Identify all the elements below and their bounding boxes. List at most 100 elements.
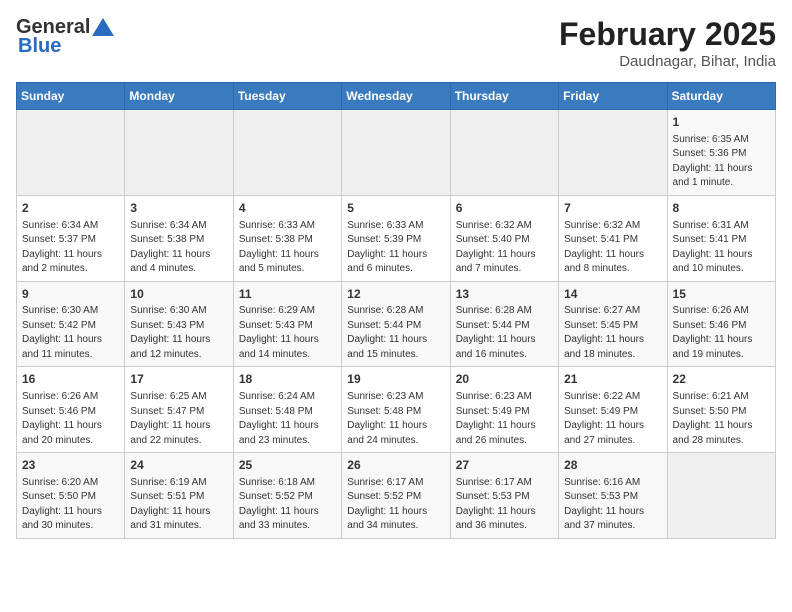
day-info-line: Daylight: 11 hours and 20 minutes. — [22, 419, 119, 448]
day-info-line: Sunrise: 6:23 AM — [456, 390, 553, 405]
calendar-subtitle: Daudnagar, Bihar, India — [559, 53, 776, 70]
calendar-week-row: 2Sunrise: 6:34 AMSunset: 5:37 PMDaylight… — [17, 195, 776, 281]
day-info-line: Sunrise: 6:26 AM — [22, 390, 119, 405]
day-number: 13 — [456, 286, 553, 303]
day-number: 2 — [22, 200, 119, 217]
day-number: 17 — [130, 371, 227, 388]
calendar-cell: 27Sunrise: 6:17 AMSunset: 5:53 PMDayligh… — [450, 453, 558, 539]
day-info-line: Sunrise: 6:19 AM — [130, 476, 227, 491]
day-info-line: Sunrise: 6:23 AM — [347, 390, 444, 405]
day-info-line: Sunset: 5:52 PM — [347, 490, 444, 505]
day-info-line: Daylight: 11 hours and 33 minutes. — [239, 505, 336, 534]
day-info-line: Sunset: 5:43 PM — [239, 319, 336, 334]
day-info-line: Sunrise: 6:27 AM — [564, 304, 661, 319]
calendar-cell: 10Sunrise: 6:30 AMSunset: 5:43 PMDayligh… — [125, 281, 233, 367]
day-info-line: Daylight: 11 hours and 6 minutes. — [347, 248, 444, 277]
day-info-line: Sunset: 5:44 PM — [347, 319, 444, 334]
day-info-line: Daylight: 11 hours and 26 minutes. — [456, 419, 553, 448]
calendar-cell: 20Sunrise: 6:23 AMSunset: 5:49 PMDayligh… — [450, 367, 558, 453]
day-info-line: Sunrise: 6:21 AM — [673, 390, 770, 405]
day-info-line: Sunrise: 6:32 AM — [564, 219, 661, 234]
day-info-line: Sunrise: 6:30 AM — [130, 304, 227, 319]
day-info-line: Daylight: 11 hours and 19 minutes. — [673, 333, 770, 362]
day-info-line: Sunset: 5:44 PM — [456, 319, 553, 334]
day-info-line: Sunrise: 6:32 AM — [456, 219, 553, 234]
calendar-cell — [17, 110, 125, 196]
day-info-line: Daylight: 11 hours and 10 minutes. — [673, 248, 770, 277]
calendar-cell — [559, 110, 667, 196]
calendar-cell: 1Sunrise: 6:35 AMSunset: 5:36 PMDaylight… — [667, 110, 775, 196]
day-info-line: Sunrise: 6:35 AM — [673, 133, 770, 148]
day-number: 7 — [564, 200, 661, 217]
day-info-line: Sunset: 5:41 PM — [564, 233, 661, 248]
day-number: 12 — [347, 286, 444, 303]
calendar-cell: 28Sunrise: 6:16 AMSunset: 5:53 PMDayligh… — [559, 453, 667, 539]
calendar-header-row: SundayMondayTuesdayWednesdayThursdayFrid… — [17, 83, 776, 110]
day-info-line: Sunrise: 6:31 AM — [673, 219, 770, 234]
col-header-tuesday: Tuesday — [233, 83, 341, 110]
day-info-line: Daylight: 11 hours and 31 minutes. — [130, 505, 227, 534]
day-info-line: Sunset: 5:48 PM — [239, 405, 336, 420]
day-number: 28 — [564, 457, 661, 474]
calendar-cell: 23Sunrise: 6:20 AMSunset: 5:50 PMDayligh… — [17, 453, 125, 539]
day-number: 3 — [130, 200, 227, 217]
day-number: 26 — [347, 457, 444, 474]
logo-icon — [92, 18, 114, 36]
day-number: 14 — [564, 286, 661, 303]
day-info-line: Daylight: 11 hours and 30 minutes. — [22, 505, 119, 534]
day-info-line: Sunset: 5:40 PM — [456, 233, 553, 248]
day-info-line: Daylight: 11 hours and 16 minutes. — [456, 333, 553, 362]
col-header-sunday: Sunday — [17, 83, 125, 110]
calendar-cell: 18 Sunrise: 6:24 AMSunset: 5:48 PMDayligh… — [233, 367, 341, 453]
title-area: February 2025 Daudnagar, Bihar, India — [559, 16, 776, 70]
calendar-cell: 11Sunrise: 6:29 AMSunset: 5:43 PMDayligh… — [233, 281, 341, 367]
day-info-line: Daylight: 11 hours and 14 minutes. — [239, 333, 336, 362]
day-info-line: Daylight: 11 hours and 27 minutes. — [564, 419, 661, 448]
calendar-cell — [342, 110, 450, 196]
day-info-line: Sunset: 5:47 PM — [130, 405, 227, 420]
day-info-line: Sunset: 5:49 PM — [564, 405, 661, 420]
col-header-thursday: Thursday — [450, 83, 558, 110]
day-number: 8 — [673, 200, 770, 217]
calendar-cell: 14Sunrise: 6:27 AMSunset: 5:45 PMDayligh… — [559, 281, 667, 367]
day-number: 6 — [456, 200, 553, 217]
day-number: 24 — [130, 457, 227, 474]
calendar-cell: 22Sunrise: 6:21 AMSunset: 5:50 PMDayligh… — [667, 367, 775, 453]
day-info-line: Sunrise: 6:22 AM — [564, 390, 661, 405]
col-header-wednesday: Wednesday — [342, 83, 450, 110]
calendar-cell: 24Sunrise: 6:19 AMSunset: 5:51 PMDayligh… — [125, 453, 233, 539]
day-info-line: Daylight: 11 hours and 15 minutes. — [347, 333, 444, 362]
day-number: 18 — [239, 371, 336, 388]
day-number: 22 — [673, 371, 770, 388]
calendar-cell — [667, 453, 775, 539]
calendar-cell: 3Sunrise: 6:34 AMSunset: 5:38 PMDaylight… — [125, 195, 233, 281]
day-info-line: Sunrise: 6:29 AM — [239, 304, 336, 319]
day-number: 5 — [347, 200, 444, 217]
day-number: 1 — [673, 114, 770, 131]
calendar-title: February 2025 — [559, 16, 776, 53]
day-number: 15 — [673, 286, 770, 303]
day-info-line: Daylight: 11 hours and 24 minutes. — [347, 419, 444, 448]
day-info-line: Daylight: 11 hours and 8 minutes. — [564, 248, 661, 277]
calendar-cell: 4Sunrise: 6:33 AMSunset: 5:38 PMDaylight… — [233, 195, 341, 281]
calendar-week-row: 9Sunrise: 6:30 AMSunset: 5:42 PMDaylight… — [17, 281, 776, 367]
day-info-line: Sunset: 5:38 PM — [239, 233, 336, 248]
day-info-line: Sunset: 5:36 PM — [673, 147, 770, 162]
day-info-line: Sunset: 5:53 PM — [456, 490, 553, 505]
day-number: 10 — [130, 286, 227, 303]
calendar-table: SundayMondayTuesdayWednesdayThursdayFrid… — [16, 82, 776, 539]
day-info-line: Daylight: 11 hours and 36 minutes. — [456, 505, 553, 534]
calendar-cell — [450, 110, 558, 196]
calendar-cell: 2Sunrise: 6:34 AMSunset: 5:37 PMDaylight… — [17, 195, 125, 281]
day-info-line: Daylight: 11 hours and 34 minutes. — [347, 505, 444, 534]
day-info-line: Sunset: 5:38 PM — [130, 233, 227, 248]
day-info-line: Sunset: 5:50 PM — [22, 490, 119, 505]
calendar-cell: 5Sunrise: 6:33 AMSunset: 5:39 PMDaylight… — [342, 195, 450, 281]
day-info-line: Sunrise: 6:24 AM — [239, 390, 336, 405]
day-info-line: Sunrise: 6:25 AM — [130, 390, 227, 405]
day-info-line: Sunset: 5:37 PM — [22, 233, 119, 248]
calendar-cell — [233, 110, 341, 196]
day-info-line: Sunset: 5:53 PM — [564, 490, 661, 505]
day-info-line: Daylight: 11 hours and 23 minutes. — [239, 419, 336, 448]
day-info-line: Sunrise: 6:33 AM — [347, 219, 444, 234]
